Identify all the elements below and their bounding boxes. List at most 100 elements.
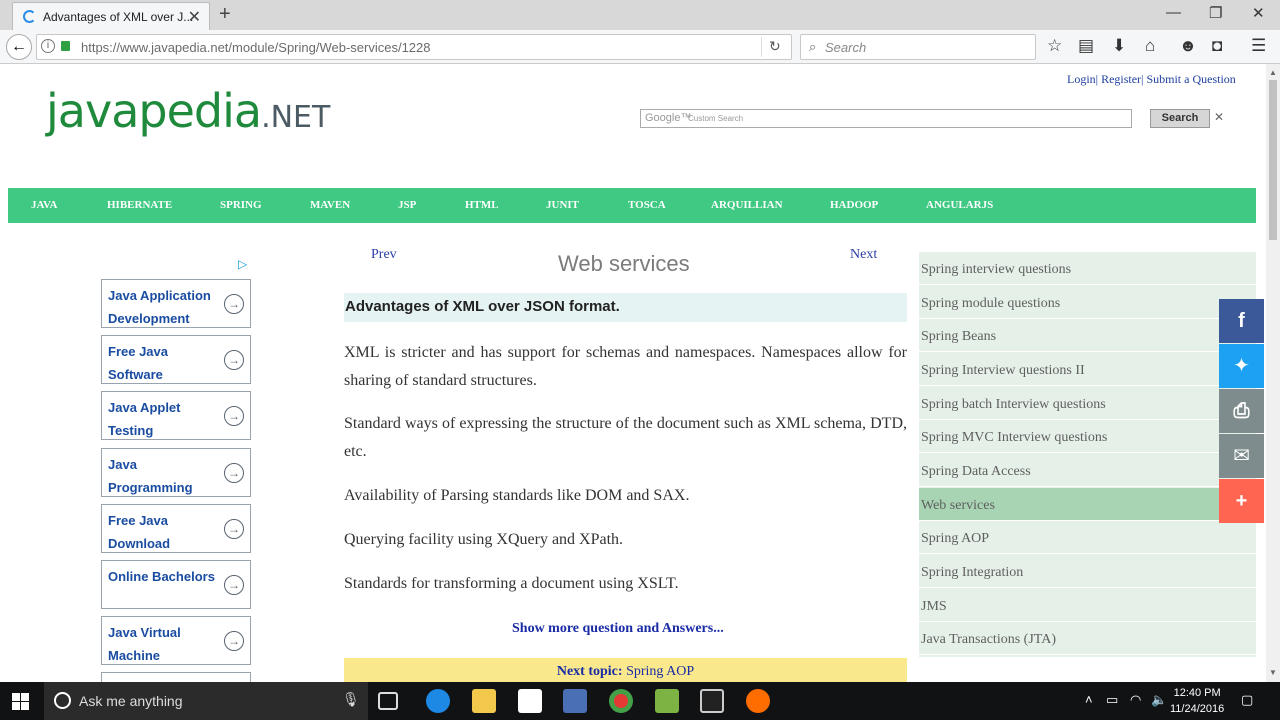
clock-date: 11/24/2016 — [1170, 703, 1225, 715]
back-icon[interactable]: ← — [6, 34, 32, 60]
url-bar[interactable]: i https://www.javapedia.net/module/Sprin… — [36, 34, 792, 60]
page-title: Web services — [558, 251, 690, 276]
print-button[interactable]: ⎙ — [1219, 389, 1264, 433]
sidebar-item[interactable]: Spring Beans — [919, 319, 1256, 352]
sidebar-item[interactable]: Spring interview questions — [919, 252, 1256, 285]
email-share-button[interactable]: ✉ — [1219, 434, 1264, 478]
account-links[interactable]: Login| Register| Submit a Question — [1067, 72, 1236, 87]
cortana-search-box[interactable]: Ask me anything 🎙 — [44, 682, 368, 720]
sidebar-item[interactable]: Spring Interview questions II — [919, 353, 1256, 386]
download-icon[interactable]: ⬇ — [1112, 36, 1126, 56]
menu-icon[interactable]: ☰ — [1251, 36, 1266, 56]
home-icon[interactable]: ⌂ — [1145, 36, 1155, 56]
scrollbar-thumb[interactable] — [1269, 80, 1277, 240]
nav-hadoop[interactable]: HADOOP — [830, 199, 878, 211]
sidebar-item[interactable]: Spring Data Access — [919, 454, 1256, 487]
sidebar-item[interactable]: JMS — [919, 589, 1256, 622]
ad-link[interactable]: Java Programming → — [101, 448, 251, 497]
info-icon[interactable]: i — [41, 39, 55, 53]
nav-angularjs[interactable]: ANGULARJS — [926, 199, 993, 211]
twitter-icon: ✦ — [1233, 355, 1250, 377]
sidebar-item[interactable]: Spring AOP — [919, 521, 1256, 554]
lock-icon — [61, 41, 70, 51]
clear-search-icon[interactable]: ✕ — [1214, 110, 1224, 124]
ad-link[interactable]: Java Application Development → — [101, 279, 251, 328]
maximize-icon[interactable]: ❐ — [1209, 4, 1222, 22]
next-link[interactable]: Next — [850, 247, 877, 263]
prev-link[interactable]: Prev — [371, 247, 397, 263]
windows-start-icon[interactable] — [12, 693, 29, 710]
battery-icon[interactable]: ▭ — [1106, 692, 1118, 708]
page-scrollbar[interactable]: ▲ ▼ — [1266, 64, 1280, 682]
browser-tab-bar: Advantages of XML over J... ✕ + — ❐ ✕ — [0, 0, 1280, 30]
ad-link[interactable] — [101, 672, 251, 682]
minimize-icon[interactable]: — — [1166, 4, 1181, 21]
site-search-input[interactable]: Google™ Custom Search — [640, 109, 1132, 128]
chat-icon[interactable]: ☻ — [1179, 36, 1197, 56]
scroll-up-icon[interactable]: ▲ — [1269, 68, 1277, 77]
bookmark-star-icon[interactable]: ☆ — [1047, 36, 1062, 56]
notifications-icon[interactable]: ▢ — [1241, 692, 1253, 708]
answer-paragraph: Querying facility using XQuery and XPath… — [344, 531, 624, 548]
sidebar-item[interactable]: Spring module questions — [919, 286, 1256, 319]
sidebar-item[interactable]: Spring batch Interview questions — [919, 387, 1256, 420]
nav-hibernate[interactable]: HIBERNATE — [107, 199, 172, 211]
site-search-button[interactable]: Search — [1150, 109, 1210, 128]
adchoices-icon[interactable]: ▷ — [238, 257, 247, 271]
sidebar-item-active[interactable]: Web services — [919, 488, 1256, 521]
network-app-icon[interactable] — [563, 689, 587, 713]
ad-label: Online Bachelors — [108, 569, 215, 584]
file-explorer-icon[interactable] — [472, 689, 496, 713]
new-tab-icon[interactable]: + — [219, 3, 231, 26]
nav-spring[interactable]: SPRING — [220, 199, 262, 211]
sidebar-item[interactable]: Spring Integration — [919, 555, 1256, 588]
next-topic-link[interactable]: Spring AOP — [626, 664, 694, 679]
system-clock[interactable]: 12:40 PM 11/24/2016 — [1170, 685, 1224, 717]
reading-list-icon[interactable]: ▤ — [1078, 36, 1094, 56]
nav-html[interactable]: HTML — [465, 199, 499, 211]
nav-jsp[interactable]: JSP — [398, 199, 416, 211]
edge-icon[interactable] — [426, 689, 450, 713]
nav-arquillian[interactable]: ARQUILLIAN — [711, 199, 783, 211]
nav-junit[interactable]: JUNIT — [546, 199, 579, 211]
ad-link[interactable]: Java Applet Testing → — [101, 391, 251, 440]
site-logo[interactable]: javapedia.NET — [46, 84, 330, 138]
twitter-share-button[interactable]: ✦ — [1219, 344, 1264, 388]
store-icon[interactable] — [518, 689, 542, 713]
more-share-button[interactable]: + — [1219, 479, 1264, 523]
plus-icon: + — [1235, 490, 1248, 512]
ad-link[interactable]: Free Java Download → — [101, 504, 251, 553]
show-hidden-icons-icon[interactable]: ˄ — [1085, 692, 1093, 707]
nav-tosca[interactable]: TOSCA — [628, 199, 666, 211]
nav-java[interactable]: JAVA — [31, 199, 58, 211]
sidebar-item[interactable]: Spring MVC Interview questions — [919, 420, 1256, 453]
url-text[interactable]: https://www.javapedia.net/module/Spring/… — [81, 40, 431, 55]
network-icon[interactable]: ◠ — [1130, 692, 1141, 708]
google-label: Google™ — [645, 112, 692, 124]
ad-link[interactable]: Online Bachelors → — [101, 560, 251, 609]
facebook-share-button[interactable]: f — [1219, 299, 1264, 343]
custom-search-hint: Custom Search — [688, 114, 744, 123]
task-view-icon[interactable] — [378, 692, 398, 710]
ad-link[interactable]: Free Java Software → — [101, 335, 251, 384]
tab-close-icon[interactable]: ✕ — [188, 7, 201, 27]
show-more-link[interactable]: Show more question and Answers... — [512, 621, 724, 637]
window-close-icon[interactable]: ✕ — [1252, 4, 1265, 22]
terminal-icon[interactable] — [700, 689, 724, 713]
chrome-icon[interactable] — [609, 689, 633, 713]
reload-icon[interactable]: ↻ — [769, 38, 781, 55]
ad-link[interactable]: Java Virtual Machine → — [101, 616, 251, 665]
browser-search-box[interactable]: ⌕ Search — [800, 34, 1036, 60]
answer-paragraph: Availability of Parsing standards like D… — [344, 487, 690, 504]
firefox-icon[interactable] — [746, 689, 770, 713]
arrow-right-icon: → — [224, 575, 244, 595]
browser-tab[interactable]: Advantages of XML over J... ✕ — [12, 2, 210, 30]
sidebar-item[interactable]: Java Transactions (JTA) — [919, 622, 1256, 655]
volume-icon[interactable]: 🔈 — [1151, 692, 1167, 708]
scroll-down-icon[interactable]: ▼ — [1269, 668, 1277, 677]
app-icon[interactable] — [655, 689, 679, 713]
pocket-icon[interactable]: ◘ — [1212, 36, 1222, 56]
nav-maven[interactable]: MAVEN — [310, 199, 350, 211]
ad-label: Java Applet Testing — [108, 400, 181, 438]
microphone-icon[interactable]: 🎙 — [342, 691, 360, 708]
